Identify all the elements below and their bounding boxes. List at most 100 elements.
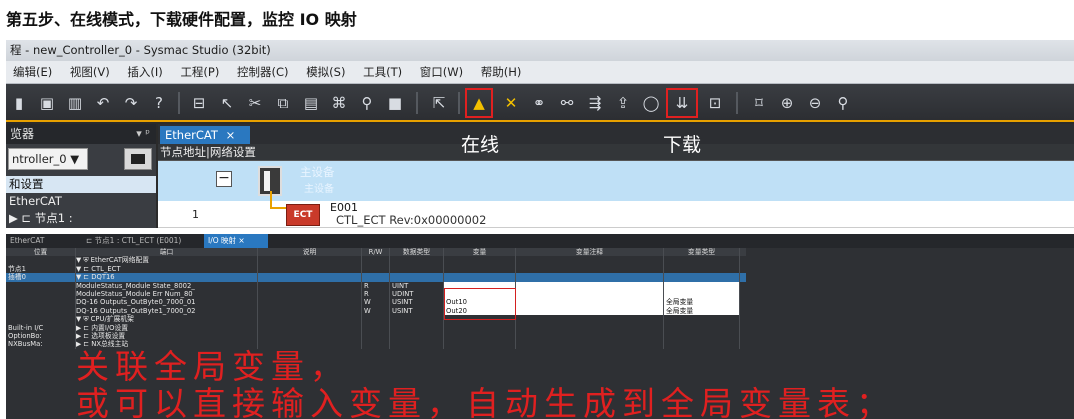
toolbar: ▮ ▣ ▥ ↶ ↷ ? ⊟ ↖ ✂ ⧉ ▤ ⌘ ⚲ ■ ⇱ ▲ ✕ ⚭ ⚯ ⇶ … <box>6 84 1074 122</box>
cell-position: OptionBo: <box>6 331 76 341</box>
slave-device-row[interactable]: 1 ECT E001 CTL_ECT Rev:0x00000002 <box>158 191 1074 228</box>
menu-help[interactable]: 帮助(H) <box>474 61 529 84</box>
io-map-row[interactable]: DQ-16 Outputs_OutByte0_7000_01 W USINT Out1… <box>6 298 746 307</box>
transfer-icon[interactable]: ⇶ <box>584 92 606 114</box>
cell-variable-comment <box>516 256 664 265</box>
tab-ethercat-small[interactable]: EtherCAT <box>6 234 70 248</box>
link-icon[interactable]: ⚭ <box>528 92 550 114</box>
copy-icon[interactable]: ⧉ <box>272 92 294 114</box>
tree-item-node1[interactable]: ▶ ⊏ 节点1 : CTL_ECT(E00: <box>6 210 156 227</box>
controller-icon[interactable] <box>124 148 152 170</box>
pin-icon[interactable]: ▾ ᵖ <box>136 124 150 144</box>
cell-variable-comment <box>516 340 664 349</box>
io-map-row[interactable]: ▼ ⛨ EtherCAT网络配置 <box>6 256 746 265</box>
io-map-row[interactable]: Built-in I/C ▶ ⊏ 内置I/O设置 <box>6 323 746 332</box>
cell-position <box>6 315 76 324</box>
sysmac-studio-window: 程 - new_Controller_0 - Sysmac Studio (32… <box>6 40 1074 228</box>
cell-variable-type <box>664 264 740 274</box>
cell-position <box>6 298 76 307</box>
cut-icon[interactable]: ✂ <box>244 92 266 114</box>
tab-node1[interactable]: ⊏ 节点1 : CTL_ECT (E001) <box>82 234 200 248</box>
menu-controller[interactable]: 控制器(C) <box>230 61 296 84</box>
io-map-row[interactable]: 插槽0 ▼ ⊏ DQT16 <box>6 273 746 282</box>
cell-datatype <box>390 264 444 274</box>
variable-highlight-box <box>444 288 516 320</box>
menu-edit[interactable]: 编辑(E) <box>6 61 59 84</box>
master-label: 主设备 <box>300 165 335 179</box>
monitor-icon[interactable]: ⊡ <box>704 92 726 114</box>
io-map-row[interactable]: ModuleStatus_Module State_8002_ R UINT <box>6 281 746 290</box>
io-map-grid: 位置 端口 说明 R/W 数据类型 变量 变量注释 变量类型 ▼ ⛨ Ether… <box>6 248 746 349</box>
tab-io-map[interactable]: I/O 映射 × <box>204 234 268 248</box>
cell-variable-type <box>664 323 740 332</box>
io-map-row[interactable]: ▼ ⛨ CPU/扩展机架 <box>6 315 746 324</box>
controller-select[interactable]: ntroller_0 ▼ <box>8 148 88 170</box>
cell-variable-type: 全局变量 <box>664 298 740 307</box>
cell-datatype <box>390 323 444 332</box>
cell-variable[interactable] <box>444 331 516 341</box>
reset-icon[interactable]: ◯ <box>640 92 662 114</box>
download-highlight-box <box>666 88 698 118</box>
tree-item-ethercat[interactable]: EtherCAT <box>6 193 156 210</box>
toolbar-separator <box>178 92 180 114</box>
cell-position <box>6 306 76 316</box>
cell-datatype <box>390 331 444 341</box>
zoom-extra-icon[interactable]: ⚲ <box>832 92 854 114</box>
paste2-icon[interactable]: ▤ <box>300 92 322 114</box>
cross-reference-icon[interactable]: ⌘ <box>328 92 350 114</box>
find-icon[interactable]: ⚲ <box>356 92 378 114</box>
menu-simulation[interactable]: 模拟(S) <box>299 61 352 84</box>
tree-item-config[interactable]: 和设置 <box>6 176 156 193</box>
menu-insert[interactable]: 插入(I) <box>120 61 169 84</box>
tab-ethercat[interactable]: EtherCAT × <box>160 126 250 144</box>
page-heading: 第五步、在线模式，下载硬件配置，监控 IO 映射 <box>6 10 357 29</box>
help-icon[interactable]: ? <box>148 92 170 114</box>
save-icon[interactable]: ▮ <box>8 92 30 114</box>
cell-variable-type <box>664 315 740 324</box>
cell-position: 节点1 <box>6 264 76 274</box>
compare-icon[interactable]: ⇱ <box>428 92 450 114</box>
io-map-row[interactable]: 节点1 ▼ ⊏ CTL_ECT <box>6 264 746 274</box>
menu-tools[interactable]: 工具(T) <box>356 61 409 84</box>
cell-variable[interactable] <box>444 256 516 265</box>
col-description: 说明 <box>258 248 362 257</box>
online-highlight-box <box>465 88 493 118</box>
build-icon[interactable]: ⊟ <box>188 92 210 114</box>
cell-datatype <box>390 315 444 324</box>
master-device-row[interactable]: − 主设备 主设备 <box>158 161 1074 201</box>
cell-variable[interactable] <box>444 273 516 282</box>
menu-window[interactable]: 窗口(W) <box>413 61 470 84</box>
redo-icon[interactable]: ↷ <box>120 92 142 114</box>
io-map-row[interactable]: DQ-16 Outputs_OutByte1_7000_02 W USINT Out2… <box>6 306 746 316</box>
cell-variable[interactable] <box>444 340 516 349</box>
cell-position <box>6 289 76 299</box>
sync-icon[interactable]: ⚯ <box>556 92 578 114</box>
menu-project[interactable]: 工程(P) <box>173 61 226 84</box>
cell-port: ▼ ⛨ EtherCAT网络配置 <box>76 256 258 265</box>
node-address-bar[interactable]: 节点地址|网络设置 <box>158 144 1074 161</box>
pointer-icon[interactable]: ↖ <box>216 92 238 114</box>
zoom-out-icon[interactable]: ⊖ <box>804 92 826 114</box>
cell-port: ▶ ⊏ 内置I/O设置 <box>76 323 258 332</box>
explorer-header: 览器 ▾ ᵖ <box>6 124 156 144</box>
cell-description <box>258 289 362 299</box>
upload-icon[interactable]: ⇪ <box>612 92 634 114</box>
delete-icon[interactable]: ▥ <box>64 92 86 114</box>
io-map-row[interactable]: ModuleStatus_Module Err Num_80 R UDINT <box>6 289 746 299</box>
cell-variable[interactable] <box>444 323 516 332</box>
instruction-line-2: 或可以直接输入变量，自动生成到全局变量表； <box>76 384 895 419</box>
zoom-in-icon[interactable]: ⊕ <box>776 92 798 114</box>
close-icon[interactable]: × <box>226 128 236 142</box>
cell-position: NXBusMa: <box>6 340 76 349</box>
paste-icon[interactable]: ▣ <box>36 92 58 114</box>
collapse-icon[interactable]: − <box>216 171 232 187</box>
offline-icon[interactable]: ✕ <box>500 92 522 114</box>
cell-rw <box>362 273 390 282</box>
cell-variable-type <box>664 331 740 341</box>
menu-view[interactable]: 视图(V) <box>63 61 117 84</box>
cell-variable[interactable] <box>444 264 516 274</box>
undo-icon[interactable]: ↶ <box>92 92 114 114</box>
stop-icon[interactable]: ■ <box>384 92 406 114</box>
fit-icon[interactable]: ⌑ <box>748 92 770 114</box>
cell-port: DQ-16 Outputs_OutByte0_7000_01 <box>76 298 258 307</box>
